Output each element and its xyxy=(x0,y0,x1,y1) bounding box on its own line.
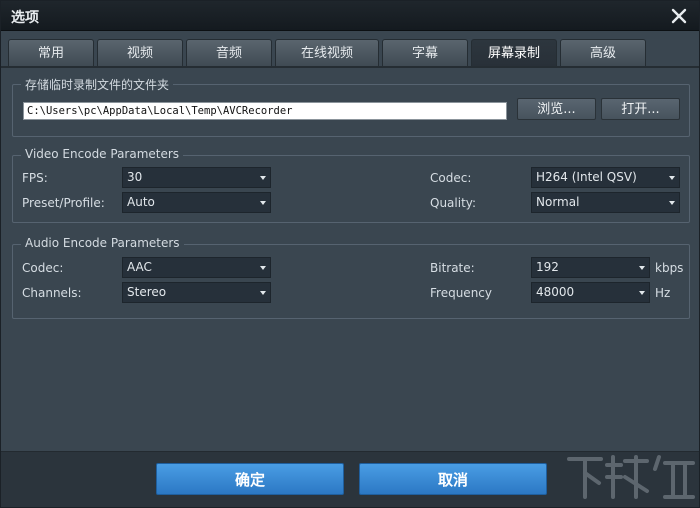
bitrate-select[interactable]: 192 xyxy=(531,257,650,278)
chevron-down-icon xyxy=(669,176,675,180)
quality-value: Normal xyxy=(536,195,580,209)
window-title: 选项 xyxy=(11,10,39,26)
preset-select[interactable]: Auto xyxy=(122,192,271,213)
chevron-down-icon xyxy=(669,201,675,205)
preset-label: Preset/Profile: xyxy=(22,196,105,210)
temp-folder-title: 存储临时录制文件的文件夹 xyxy=(21,76,174,93)
fps-select[interactable]: 30 xyxy=(122,167,271,188)
title-bar: 选项 xyxy=(1,1,699,31)
channels-value: Stereo xyxy=(127,285,167,299)
tab-subtitles[interactable]: 字幕 xyxy=(382,39,468,67)
tab-online-video[interactable]: 在线视频 xyxy=(275,39,379,67)
channels-select[interactable]: Stereo xyxy=(122,282,271,303)
chevron-down-icon xyxy=(260,176,266,180)
audio-encode-title: Audio Encode Parameters xyxy=(21,236,184,250)
close-icon xyxy=(671,8,687,24)
temp-folder-group: 存储临时录制文件的文件夹 C:\Users\pc\AppData\Local\T… xyxy=(12,76,690,137)
frequency-select[interactable]: 48000 xyxy=(531,282,650,303)
browse-button[interactable]: 浏览... xyxy=(517,98,596,120)
temp-folder-path-input[interactable]: C:\Users\pc\AppData\Local\Temp\AVCRecord… xyxy=(23,102,507,120)
audio-codec-value: AAC xyxy=(127,260,152,274)
chevron-down-icon xyxy=(260,291,266,295)
cancel-button[interactable]: 取消 xyxy=(359,463,547,495)
video-encode-title: Video Encode Parameters xyxy=(21,147,184,161)
chevron-down-icon xyxy=(639,266,645,270)
open-folder-button[interactable]: 打开... xyxy=(601,98,680,120)
bitrate-label: Bitrate: xyxy=(430,261,475,275)
tab-audio[interactable]: 音频 xyxy=(186,39,272,67)
frequency-label: Frequency xyxy=(430,286,492,300)
video-codec-value: H264 (Intel QSV) xyxy=(536,170,637,184)
fps-value: 30 xyxy=(127,170,143,184)
chevron-down-icon xyxy=(639,291,645,295)
frequency-unit: Hz xyxy=(655,286,671,300)
options-dialog: 选项 常用 视频 音频 在线视频 字幕 屏幕录制 高级 存储临时录制文件的文件夹… xyxy=(0,0,700,508)
close-button[interactable] xyxy=(669,6,689,26)
audio-codec-label: Codec: xyxy=(22,261,64,275)
channels-label: Channels: xyxy=(22,286,82,300)
frequency-value: 48000 xyxy=(536,285,575,299)
chevron-down-icon xyxy=(260,266,266,270)
tab-screen-recording[interactable]: 屏幕录制 xyxy=(471,39,557,67)
tab-bar: 常用 视频 音频 在线视频 字幕 屏幕录制 高级 xyxy=(8,39,646,67)
video-codec-select[interactable]: H264 (Intel QSV) xyxy=(531,167,680,188)
ok-button[interactable]: 确定 xyxy=(156,463,344,495)
quality-label: Quality: xyxy=(430,196,477,210)
video-codec-label: Codec: xyxy=(430,171,472,185)
chevron-down-icon xyxy=(260,201,266,205)
audio-codec-select[interactable]: AAC xyxy=(122,257,271,278)
tab-video[interactable]: 视频 xyxy=(97,39,183,67)
watermark-logo-icon xyxy=(567,455,695,499)
bitrate-unit: kbps xyxy=(655,261,684,275)
tab-divider xyxy=(1,66,699,68)
preset-value: Auto xyxy=(127,195,155,209)
tab-advanced[interactable]: 高级 xyxy=(560,39,646,67)
quality-select[interactable]: Normal xyxy=(531,192,680,213)
fps-label: FPS: xyxy=(22,171,48,185)
bitrate-value: 192 xyxy=(536,260,559,274)
tab-general[interactable]: 常用 xyxy=(8,39,94,67)
